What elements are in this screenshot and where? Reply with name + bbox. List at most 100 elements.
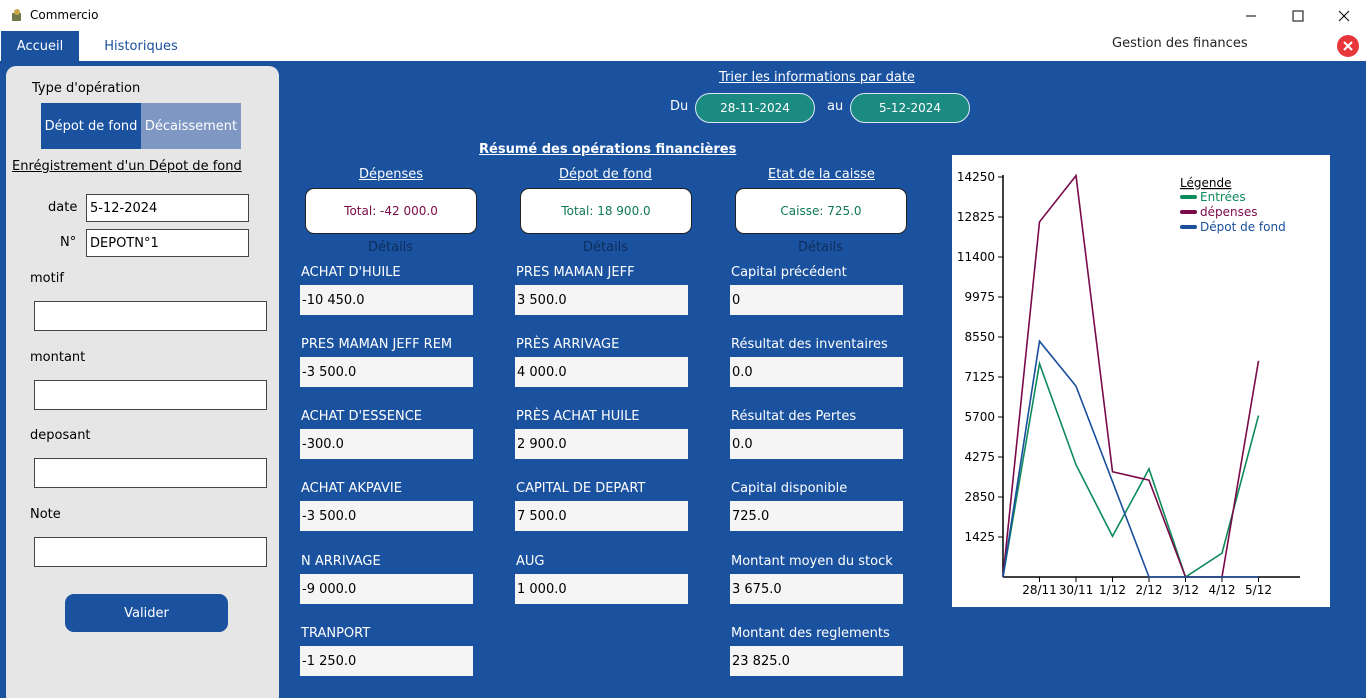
from-date-button[interactable]: 28-11-2024 xyxy=(695,93,815,123)
note-field[interactable] xyxy=(34,537,267,567)
item-label: Capital précédent xyxy=(731,265,847,280)
tab-accueil[interactable]: Accueil xyxy=(1,31,79,61)
item-label: Résultat des inventaires xyxy=(731,337,888,352)
motif-label: motif xyxy=(30,271,64,286)
depenses-details-link[interactable]: Détails xyxy=(368,240,413,255)
operation-form-panel: Type d'opération Dépot de fond Décaissem… xyxy=(6,66,279,698)
minimize-button[interactable] xyxy=(1228,0,1274,31)
item-label: Montant moyen du stock xyxy=(731,554,893,569)
close-window-button[interactable] xyxy=(1321,0,1366,31)
item-value: 2 900.0 xyxy=(515,429,688,459)
close-icon xyxy=(1343,41,1353,51)
caisse-details-link[interactable]: Détails xyxy=(798,240,843,255)
item-value: -1 250.0 xyxy=(300,646,473,676)
close-app-button[interactable] xyxy=(1337,35,1359,57)
num-field[interactable]: DEPOTN°1 xyxy=(86,229,249,257)
deposant-field[interactable] xyxy=(34,458,267,488)
date-field[interactable]: 5-12-2024 xyxy=(86,194,249,222)
operation-type-label: Type d'opération xyxy=(32,81,141,96)
decaissement-toggle[interactable]: Décaissement xyxy=(141,103,241,149)
y-tick-label: 14250 xyxy=(957,170,995,184)
tab-historiques[interactable]: Historiques xyxy=(90,31,192,61)
depot-toggle[interactable]: Dépot de fond xyxy=(41,103,141,149)
legend-swatch xyxy=(1180,210,1197,214)
y-tick-label: 9975 xyxy=(964,290,995,304)
y-tick-label: 12825 xyxy=(957,210,995,224)
legend-entry: Dépot de fond xyxy=(1200,220,1286,234)
y-tick-label: 1425 xyxy=(964,530,995,544)
series-line-d-pot-de-fond xyxy=(1002,339,1259,578)
item-label: Capital disponible xyxy=(731,481,848,496)
item-value: 0.0 xyxy=(730,357,903,387)
depenses-header[interactable]: Dépenses xyxy=(359,167,423,182)
maximize-icon xyxy=(1292,10,1304,21)
date-label: date xyxy=(48,200,78,215)
series-line-d-penses xyxy=(1002,173,1260,578)
summary-title: Résumé des opérations financières xyxy=(479,142,737,157)
y-tick-label: 11400 xyxy=(957,250,995,264)
app-icon xyxy=(12,9,21,21)
item-value: -3 500.0 xyxy=(300,501,473,531)
x-tick-label: 2/12 xyxy=(1136,583,1163,597)
legend-title: Légende xyxy=(1180,176,1231,190)
item-value: 725.0 xyxy=(730,501,903,531)
y-tick-label: 2850 xyxy=(964,490,995,504)
item-label: AUG xyxy=(516,554,545,569)
item-value: 3 500.0 xyxy=(515,285,688,315)
item-label: PRÈS ACHAT HUILE xyxy=(516,409,640,424)
item-value: -9 000.0 xyxy=(300,574,473,604)
series-line-entr-es xyxy=(1002,360,1260,579)
x-tick-label: 28/11 xyxy=(1022,583,1057,597)
depot-details-link[interactable]: Détails xyxy=(583,240,628,255)
depot-total-box: Total: 18 900.0 xyxy=(520,188,692,234)
item-label: ACHAT D'HUILE xyxy=(301,265,401,280)
num-label: N° xyxy=(60,235,77,250)
item-value: 7 500.0 xyxy=(515,501,688,531)
deposant-label: deposant xyxy=(30,428,91,443)
x-tick-label: 4/12 xyxy=(1209,583,1236,597)
x-tick-label: 5/12 xyxy=(1245,583,1272,597)
motif-field[interactable] xyxy=(34,301,267,331)
caisse-header[interactable]: Etat de la caisse xyxy=(768,167,875,182)
legend-swatch xyxy=(1180,225,1197,229)
maximize-button[interactable] xyxy=(1275,0,1321,31)
window-title: Commercio xyxy=(30,8,99,22)
depenses-total-box: Total: -42 000.0 xyxy=(305,188,477,234)
item-value: -10 450.0 xyxy=(300,285,473,315)
legend-swatch xyxy=(1180,195,1197,199)
y-tick-label: 4275 xyxy=(964,450,995,464)
item-value: -3 500.0 xyxy=(300,357,473,387)
montant-field[interactable] xyxy=(34,380,267,410)
legend-entry: dépenses xyxy=(1200,205,1258,219)
item-label: Montant des reglements xyxy=(731,626,890,641)
finance-chart-panel: 1425 2850 4275 5700 7125 8550 9975 11400 12825 14… xyxy=(952,155,1330,607)
x-tick-label: 3/12 xyxy=(1172,583,1199,597)
menu-bar: Accueil Historiques Gestion des finances xyxy=(0,31,1366,61)
to-date-button[interactable]: 5-12-2024 xyxy=(850,93,970,123)
to-label: au xyxy=(827,99,844,114)
item-label: TRANPORT xyxy=(301,626,371,641)
legend-entry: Entrées xyxy=(1200,190,1246,204)
item-value: 3 675.0 xyxy=(730,574,903,604)
item-label: PRES MAMAN JEFF xyxy=(516,265,635,280)
note-label: Note xyxy=(30,507,61,522)
minimize-icon xyxy=(1246,15,1256,16)
item-label: ACHAT AKPAVIE xyxy=(301,481,402,496)
item-label: PRES MAMAN JEFF REM xyxy=(301,337,453,352)
close-icon xyxy=(1338,10,1350,21)
item-label: ACHAT D'ESSENCE xyxy=(301,409,423,424)
title-bar: Commercio xyxy=(0,0,1366,31)
depot-header[interactable]: Dépot de fond xyxy=(559,167,652,182)
montant-label: montant xyxy=(30,350,86,365)
x-tick-label: 1/12 xyxy=(1099,583,1126,597)
item-value: -300.0 xyxy=(300,429,473,459)
item-value: 0.0 xyxy=(730,429,903,459)
item-value: 1 000.0 xyxy=(515,574,688,604)
validate-button[interactable]: Valider xyxy=(65,594,228,632)
item-label: N ARRIVAGE xyxy=(301,554,381,569)
finance-line-chart: 1425 2850 4275 5700 7125 8550 9975 11400 12825 14… xyxy=(957,170,1300,597)
sort-by-date-link[interactable]: Trier les informations par date xyxy=(719,70,915,85)
item-value: 0 xyxy=(730,285,903,315)
caisse-total-box: Caisse: 725.0 xyxy=(735,188,907,234)
item-value: 23 825.0 xyxy=(730,646,903,676)
